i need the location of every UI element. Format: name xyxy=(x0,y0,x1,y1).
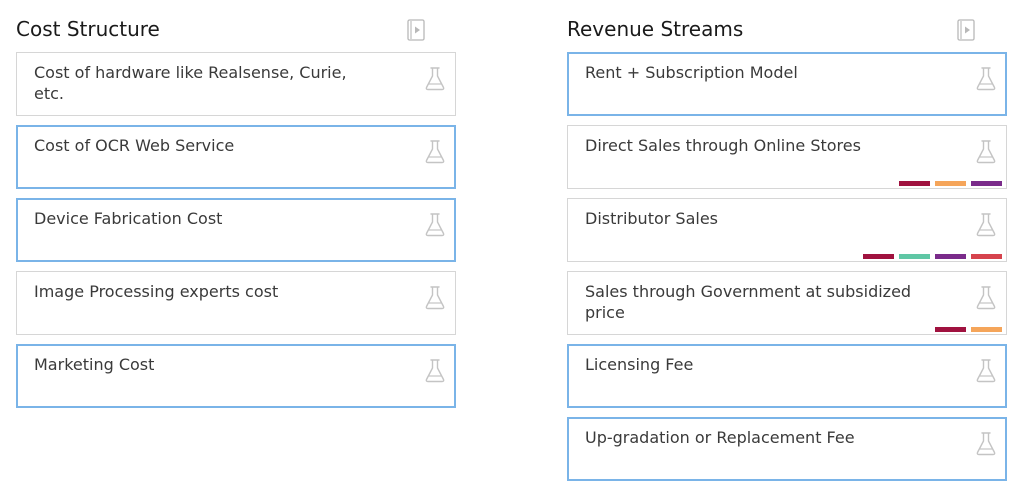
card-text: Rent + Subscription Model xyxy=(585,63,798,82)
revenue-stream-card[interactable]: Rent + Subscription Model xyxy=(567,52,1007,116)
revenue-stream-card[interactable]: Sales through Government at subsidized p… xyxy=(567,271,1007,335)
cost-structure-card[interactable]: Device Fabrication Cost xyxy=(16,198,456,262)
color-tag xyxy=(935,327,966,332)
card-text: Cost of OCR Web Service xyxy=(34,136,235,155)
card-tags xyxy=(863,254,1002,259)
flask-icon[interactable] xyxy=(975,358,997,384)
card-tags xyxy=(935,327,1002,332)
color-tag xyxy=(971,181,1002,186)
revenue-streams-list: Rent + Subscription Model Direct Sales th… xyxy=(567,52,1009,481)
revenue-stream-card[interactable]: Licensing Fee xyxy=(567,344,1007,408)
card-text: Image Processing experts cost xyxy=(34,282,279,301)
revenue-stream-card[interactable]: Up-gradation or Replacement Fee xyxy=(567,417,1007,481)
cost-structure-card[interactable]: Cost of OCR Web Service xyxy=(16,125,456,189)
play-document-icon[interactable] xyxy=(957,19,975,41)
color-tag xyxy=(971,254,1002,259)
flask-icon[interactable] xyxy=(424,285,446,311)
revenue-stream-card[interactable]: Direct Sales through Online Stores xyxy=(567,125,1007,189)
flask-icon[interactable] xyxy=(424,66,446,92)
flask-icon[interactable] xyxy=(975,285,997,311)
revenue-streams-column: Revenue Streams Rent + Subscription Mode… xyxy=(567,0,1009,490)
flask-icon[interactable] xyxy=(424,358,446,384)
cost-structure-column: Cost Structure Cost of hardware like Rea… xyxy=(16,0,458,417)
card-text: Distributor Sales xyxy=(585,209,719,228)
color-tag xyxy=(971,327,1002,332)
flask-icon[interactable] xyxy=(975,139,997,165)
flask-icon[interactable] xyxy=(424,212,446,238)
cost-structure-card[interactable]: Cost of hardware like Realsense, Curie, … xyxy=(16,52,456,116)
card-text: Device Fabrication Cost xyxy=(34,209,223,228)
play-document-icon[interactable] xyxy=(407,19,425,41)
color-tag xyxy=(935,181,966,186)
cost-structure-title: Cost Structure xyxy=(16,17,160,41)
card-text: Marketing Cost xyxy=(34,355,155,374)
cost-structure-list: Cost of hardware like Realsense, Curie, … xyxy=(16,52,458,408)
flask-icon[interactable] xyxy=(975,431,997,457)
cost-structure-card[interactable]: Image Processing experts cost xyxy=(16,271,456,335)
cost-structure-card[interactable]: Marketing Cost xyxy=(16,344,456,408)
revenue-streams-title: Revenue Streams xyxy=(567,17,744,41)
card-text: Cost of hardware like Realsense, Curie, … xyxy=(34,63,347,103)
color-tag xyxy=(899,181,930,186)
card-text: Sales through Government at subsidized p… xyxy=(585,282,912,322)
revenue-streams-header: Revenue Streams xyxy=(567,0,1009,52)
card-text: Direct Sales through Online Stores xyxy=(585,136,861,155)
card-tags xyxy=(899,181,1002,186)
card-text: Licensing Fee xyxy=(585,355,694,374)
color-tag xyxy=(935,254,966,259)
color-tag xyxy=(863,254,894,259)
card-text: Up-gradation or Replacement Fee xyxy=(585,428,855,447)
color-tag xyxy=(899,254,930,259)
flask-icon[interactable] xyxy=(424,139,446,165)
cost-structure-header: Cost Structure xyxy=(16,0,458,52)
revenue-stream-card[interactable]: Distributor Sales xyxy=(567,198,1007,262)
flask-icon[interactable] xyxy=(975,66,997,92)
flask-icon[interactable] xyxy=(975,212,997,238)
